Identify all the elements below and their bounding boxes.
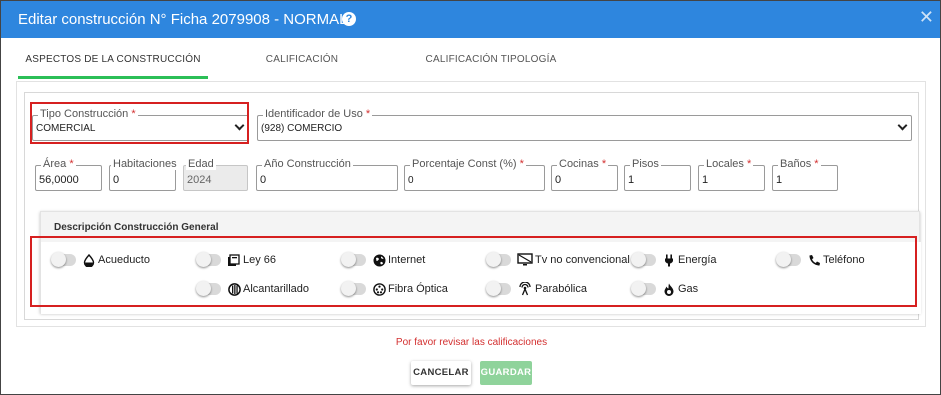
highlight-box-servicios xyxy=(30,236,917,307)
edit-construction-dialog: Editar construcción N° Ficha 2079908 - N… xyxy=(0,0,941,395)
edad-field: Edad 2024 xyxy=(183,158,248,191)
tab-calificacion-tipologia[interactable]: CALIFICACIÓN TIPOLOGÍA xyxy=(396,43,586,79)
pisos-field[interactable]: Pisos 1 xyxy=(624,158,691,191)
habitaciones-label: Habitaciones xyxy=(111,158,179,170)
anio-construccion-value: 0 xyxy=(260,174,267,186)
required-marker: * xyxy=(746,158,752,170)
area-field[interactable]: Área * 56,0000 xyxy=(35,158,102,191)
porcentaje-const-value: 0 xyxy=(408,175,414,186)
cocinas-field[interactable]: Cocinas * 0 xyxy=(551,158,618,191)
required-marker: * xyxy=(814,158,819,170)
locales-field[interactable]: Locales * 1 xyxy=(698,158,765,191)
aspects-panel: Tipo Construcción * COMERCIAL Identifica… xyxy=(16,81,926,327)
banos-field[interactable]: Baños * 1 xyxy=(772,158,838,191)
dialog-title: Editar construcción N° Ficha 2079908 - N… xyxy=(18,11,348,28)
dialog-header: Editar construcción N° Ficha 2079908 - N… xyxy=(1,1,940,38)
required-marker: * xyxy=(69,158,74,170)
identificador-uso-select[interactable]: Identificador de Uso * (928) COMERCIO xyxy=(257,108,912,141)
required-marker: * xyxy=(519,158,524,170)
tab-bar: ASPECTOS DE LA CONSTRUCCIÓN CALIFICACIÓN… xyxy=(16,43,926,79)
identificador-uso-value: (928) COMERCIO xyxy=(261,123,343,134)
close-icon[interactable]: ✕ xyxy=(919,8,934,26)
descripcion-general-title: Descripción Construcción General xyxy=(54,222,219,233)
habitaciones-value: 0 xyxy=(113,174,120,186)
cocinas-label: Cocinas xyxy=(559,158,599,170)
chevron-down-icon xyxy=(897,120,908,131)
aspects-form: Tipo Construcción * COMERCIAL Identifica… xyxy=(24,92,921,320)
cocinas-value: 0 xyxy=(555,174,562,186)
save-button[interactable]: GUARDAR xyxy=(480,361,532,385)
required-marker: * xyxy=(601,158,607,170)
porcentaje-const-field[interactable]: Porcentaje Const (%) * 0 xyxy=(404,158,545,191)
area-value: 56,0000 xyxy=(39,174,79,186)
qualification-warning: Por favor revisar las calificaciones xyxy=(395,337,548,348)
locales-label: Locales xyxy=(706,158,744,170)
anio-construccion-label: Año Construcción xyxy=(262,158,353,170)
required-marker: * xyxy=(365,108,371,120)
anio-construccion-field[interactable]: Año Construcción 0 xyxy=(256,158,398,191)
edad-label: Edad xyxy=(186,158,216,170)
habitaciones-field[interactable]: Habitaciones 0 xyxy=(109,158,179,191)
help-icon[interactable]: ? xyxy=(342,12,356,26)
tab-calificacion[interactable]: CALIFICACIÓN xyxy=(208,43,396,79)
locales-value: 1 xyxy=(702,174,709,186)
area-label: Área xyxy=(43,158,67,170)
edad-value: 2024 xyxy=(187,174,212,186)
cancel-button[interactable]: CANCELAR xyxy=(411,361,471,385)
porcentaje-const-label: Porcentaje Const (%) xyxy=(412,158,517,170)
banos-label: Baños xyxy=(780,158,812,170)
banos-value: 1 xyxy=(776,174,783,186)
pisos-label: Pisos xyxy=(630,158,661,170)
identificador-uso-label: Identificador de Uso xyxy=(265,108,363,120)
pisos-value: 1 xyxy=(628,174,635,186)
highlight-box-tipo xyxy=(30,102,249,144)
tab-aspectos-construccion[interactable]: ASPECTOS DE LA CONSTRUCCIÓN xyxy=(18,43,208,79)
